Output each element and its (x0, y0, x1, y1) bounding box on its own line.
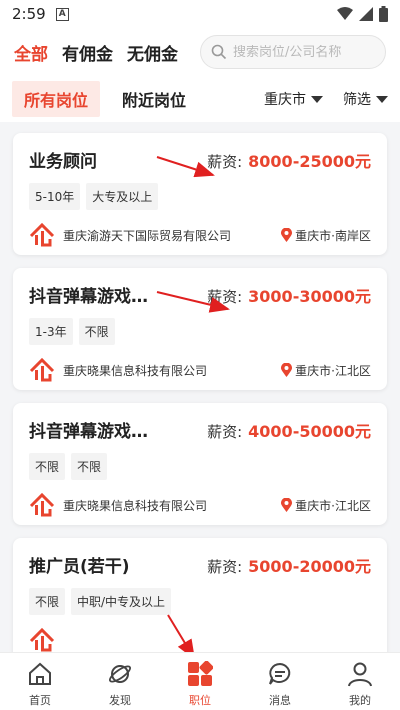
nav-home[interactable]: 首页 (0, 653, 80, 710)
nav-jobs[interactable]: 职位 (160, 653, 240, 710)
filter-tab-no-commission[interactable]: 无佣金 (127, 40, 178, 65)
salary-label: 薪资: (207, 423, 243, 441)
company-logo-icon (29, 492, 55, 517)
wifi-icon (337, 7, 353, 20)
city-dropdown-label: 重庆市 (264, 92, 306, 108)
nav-label: 职位 (189, 694, 211, 707)
status-time: 2:59 (12, 5, 46, 23)
company-logo-icon (29, 627, 55, 652)
salary-value: 5000-20000元 (248, 557, 371, 576)
planet-icon (105, 659, 135, 689)
salary-value: 4000-50000元 (248, 422, 371, 441)
chat-icon (265, 659, 295, 689)
salary-label: 薪资: (207, 288, 243, 306)
location-pin-icon (281, 228, 293, 242)
nav-profile[interactable]: 我的 (320, 653, 400, 710)
nav-label: 消息 (269, 694, 291, 707)
job-tag: 不限 (29, 588, 66, 615)
person-icon (345, 659, 375, 689)
status-bar: 2:59 A (0, 0, 400, 28)
job-title: 抖音弹幕游戏… (29, 422, 148, 442)
job-tag: 不限 (78, 318, 115, 345)
job-title: 业务顾问 (29, 152, 97, 172)
job-card[interactable]: 推广员(若干) 薪资: 5000-20000元 不限 中职/中专及以上 (13, 538, 387, 652)
location-text: 重庆市·江北区 (295, 498, 371, 513)
home-icon (25, 659, 55, 689)
company-name: 重庆晓果信息科技有限公司 (63, 498, 208, 513)
signal-icon (359, 7, 373, 21)
company-name: 重庆渝游天下国际贸易有限公司 (63, 228, 232, 243)
salary-label: 薪资: (207, 558, 243, 576)
notification-a-icon: A (55, 7, 69, 21)
company-name: 重庆晓果信息科技有限公司 (63, 363, 208, 378)
job-tag: 大专及以上 (86, 183, 159, 210)
salary-value: 8000-25000元 (248, 152, 371, 171)
salary-value: 3000-30000元 (248, 287, 371, 306)
job-location: 重庆市·江北区 (281, 497, 371, 514)
job-card[interactable]: 抖音弹幕游戏… 薪资: 4000-50000元 不限 不限 重庆晓果信息科技有限… (13, 403, 387, 525)
job-card[interactable]: 业务顾问 薪资: 8000-25000元 5-10年 大专及以上 重庆渝游天下国… (13, 133, 387, 255)
job-tag: 5-10年 (29, 183, 81, 210)
status-icons (337, 6, 388, 22)
search-icon (211, 44, 227, 60)
grid-icon (185, 659, 215, 689)
nav-discover[interactable]: 发现 (80, 653, 160, 710)
salary-label: 薪资: (207, 153, 243, 171)
nav-messages[interactable]: 消息 (240, 653, 320, 710)
nav-label: 我的 (349, 694, 371, 707)
tab-nearby-positions[interactable]: 附近岗位 (110, 81, 198, 117)
job-list: 业务顾问 薪资: 8000-25000元 5-10年 大专及以上 重庆渝游天下国… (0, 122, 400, 652)
search-input[interactable] (233, 44, 373, 60)
job-location: 重庆市·南岸区 (281, 227, 371, 244)
job-tag: 1-3年 (29, 318, 73, 345)
nav-label: 首页 (29, 694, 51, 707)
job-title: 抖音弹幕游戏… (29, 287, 148, 307)
filter-dropdown-label: 筛选 (343, 92, 371, 108)
commission-filter-bar: 全部 有佣金 无佣金 (0, 28, 400, 76)
location-pin-icon (281, 363, 293, 377)
job-tag: 不限 (29, 453, 66, 480)
city-dropdown[interactable]: 重庆市 (264, 89, 323, 109)
job-title: 推广员(若干) (29, 557, 130, 577)
company-logo-icon (29, 357, 55, 382)
caret-down-icon (311, 95, 323, 103)
filter-dropdown[interactable]: 筛选 (343, 89, 388, 109)
job-tag: 中职/中专及以上 (71, 588, 172, 615)
position-tab-row: 所有岗位 附近岗位 重庆市 筛选 (0, 76, 400, 122)
caret-down-icon (376, 95, 388, 103)
job-card[interactable]: 抖音弹幕游戏… 薪资: 3000-30000元 1-3年 不限 重庆晓果信息科技… (13, 268, 387, 390)
search-box[interactable] (200, 35, 386, 69)
job-tag: 不限 (71, 453, 108, 480)
nav-label: 发现 (109, 694, 131, 707)
bottom-nav: 首页 发现 职位 消息 我的 (0, 652, 400, 710)
filter-tab-with-commission[interactable]: 有佣金 (62, 40, 113, 65)
location-text: 重庆市·江北区 (295, 363, 371, 378)
filter-tab-all[interactable]: 全部 (14, 40, 48, 65)
location-text: 重庆市·南岸区 (295, 228, 371, 243)
location-pin-icon (281, 498, 293, 512)
battery-icon (379, 6, 388, 22)
tab-all-positions[interactable]: 所有岗位 (12, 81, 101, 117)
job-location: 重庆市·江北区 (281, 362, 371, 379)
company-logo-icon (29, 222, 55, 247)
